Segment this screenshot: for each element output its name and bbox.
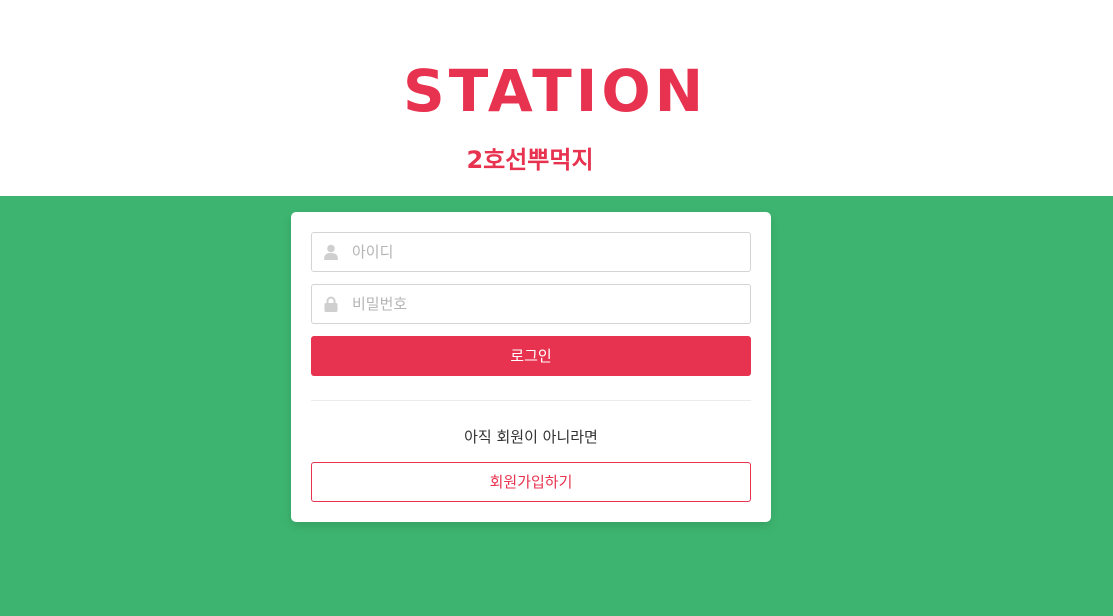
divider: [311, 400, 751, 401]
login-card: 로그인 아직 회원이 아니라면 회원가입하기: [291, 212, 771, 522]
login-button[interactable]: 로그인: [311, 336, 751, 376]
password-input[interactable]: [352, 285, 742, 323]
signup-prompt: 아직 회원이 아니라면: [464, 428, 598, 446]
password-field[interactable]: [311, 284, 751, 324]
id-field[interactable]: [311, 232, 751, 272]
logo: STATION: [403, 57, 708, 125]
id-input[interactable]: [352, 233, 742, 271]
signup-button[interactable]: 회원가입하기: [311, 462, 751, 502]
lock-icon: [324, 296, 338, 312]
user-icon: [324, 244, 338, 260]
logo-subtitle: 2호선뿌먹지: [466, 146, 594, 174]
header: STATION 2호선뿌먹지: [0, 0, 1113, 196]
